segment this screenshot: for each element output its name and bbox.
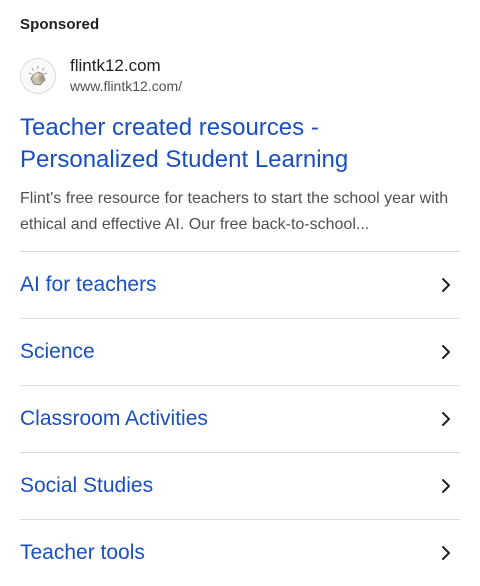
chevron-right-icon <box>436 476 456 496</box>
advertiser-info[interactable]: flintk12.com www.flintk12.com/ <box>20 56 182 95</box>
chevron-right-icon <box>436 409 456 429</box>
sitelink-science[interactable]: Science <box>20 318 460 385</box>
chevron-right-icon <box>436 342 456 362</box>
ad-headline-link[interactable]: Teacher created resources - Personalized… <box>20 112 460 176</box>
sponsored-label: Sponsored <box>20 16 100 33</box>
headline-line-1: Teacher created resources - <box>20 114 319 141</box>
sitelink-label: Social Studies <box>20 474 154 497</box>
sitelink-label: Science <box>20 340 95 363</box>
sitelink-classroom-activities[interactable]: Classroom Activities <box>20 385 460 452</box>
sitelink-label: AI for teachers <box>20 273 157 296</box>
chevron-right-icon <box>436 543 456 563</box>
sponsored-ad: Sponsored flintk12.com www.flintk12.com/… <box>0 0 480 586</box>
sitelink-label: Teacher tools <box>20 541 145 564</box>
rock-logo-icon <box>20 57 56 94</box>
ad-description: Flint's free resource for teachers to st… <box>20 190 449 233</box>
sitelinks-list: AI for teachers Science Classroom Activi… <box>20 251 460 586</box>
sitelink-teacher-tools[interactable]: Teacher tools <box>20 519 460 586</box>
sitelink-ai-for-teachers[interactable]: AI for teachers <box>20 251 460 318</box>
advertiser-name: flintk12.com <box>70 56 161 75</box>
sitelink-social-studies[interactable]: Social Studies <box>20 452 460 519</box>
sitelink-label: Classroom Activities <box>20 407 208 430</box>
chevron-right-icon <box>436 275 456 295</box>
advertiser-text: flintk12.com www.flintk12.com/ <box>70 56 182 95</box>
headline-line-2: Personalized Student Learning <box>20 146 349 173</box>
advertiser-url: www.flintk12.com/ <box>70 78 183 94</box>
